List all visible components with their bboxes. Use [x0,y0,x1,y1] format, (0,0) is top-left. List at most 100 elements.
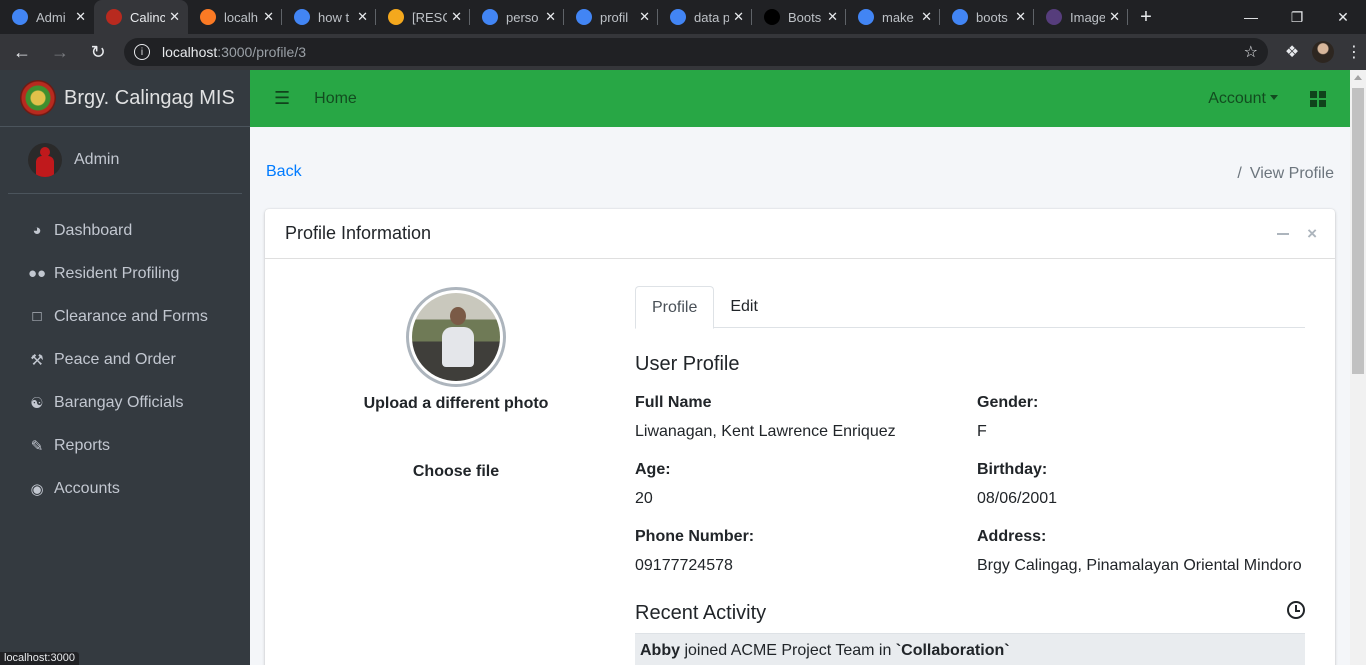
sidebar-item-label: Accounts [54,479,120,497]
browser-tab[interactable]: perso ✕ [470,0,564,34]
address-value: Brgy Calingag, Pinamalayan Oriental Mind… [977,557,1302,574]
user-avatar [28,143,62,177]
sidebar-item-accounts[interactable]: ◉ Accounts [0,467,250,510]
new-tab-button[interactable]: + [1128,0,1164,34]
gender-value: F [977,423,987,440]
status-url-bubble: localhost:3000 [0,652,79,665]
sidebar-item-label: Barangay Officials [54,393,184,411]
google-icon [576,9,592,25]
close-tab-icon[interactable]: ✕ [921,9,932,25]
close-tab-icon[interactable]: ✕ [827,9,838,25]
browser-tab[interactable]: Calinc ✕ [94,0,188,34]
apps-grid-icon[interactable] [1310,90,1326,107]
tab-edit[interactable]: Edit [714,286,774,328]
clock-icon [1287,601,1305,619]
activity-user: Abby [640,641,680,659]
close-icon[interactable]: × [1307,224,1317,244]
extensions-puzzle-icon[interactable]: ❖ [1276,42,1308,62]
sidebar-nav: ◕ Dashboard ●● Resident Profiling □ Clea… [0,194,250,510]
sidebar-item-peace-and-order[interactable]: ⚒ Peace and Order [0,338,250,381]
scrollbar-thumb[interactable] [1352,88,1364,374]
close-tab-icon[interactable]: ✕ [357,9,368,25]
minimize-button[interactable]: — [1228,0,1274,34]
sidebar-item-reports[interactable]: ✎ Reports [0,424,250,467]
url-host: localhost [162,44,218,60]
browser-tab-title: profil [600,9,629,25]
browser-tab[interactable]: profil ✕ [564,0,658,34]
browser-tab-title: make [882,9,914,25]
card-tools: × [1277,224,1317,244]
close-tab-icon[interactable]: ✕ [1015,9,1026,25]
browser-tab[interactable]: make ✕ [846,0,940,34]
close-tab-icon[interactable]: ✕ [733,9,744,25]
reload-icon[interactable]: ↻ [82,36,114,68]
card-header: Profile Information × [265,209,1335,259]
google-icon [952,9,968,25]
recent-activity-heading: Recent Activity [635,602,767,624]
calingag-logo-icon [106,9,122,25]
profile-avatar[interactable] [1312,41,1334,63]
full-name-label: Full Name [635,394,712,411]
browser-tab-strip: Admi ✕ Calinc ✕ localh ✕ how t ✕ [RESC ✕ perso ✕ pro… [0,0,1366,34]
card-title: Profile Information [285,223,432,243]
close-tab-icon[interactable]: ✕ [1109,9,1120,25]
back-link[interactable]: Back [266,163,302,181]
account-dropdown[interactable]: Account [1208,90,1278,108]
sidebar-item-clearance-and-forms[interactable]: □ Clearance and Forms [0,295,250,338]
tab-profile[interactable]: Profile [635,286,715,329]
restore-button[interactable]: ❐ [1274,0,1320,34]
choose-file-button[interactable]: Choose file [265,463,647,481]
browser-tab[interactable]: Admi ✕ [0,0,94,34]
browser-tab-title: perso [506,9,539,25]
browser-tab[interactable]: how t ✕ [282,0,376,34]
file-icon: □ [32,308,42,325]
bookmark-star-icon[interactable]: ☆ [1244,42,1258,62]
browser-tab[interactable]: Image ✕ [1034,0,1128,34]
brand-link[interactable]: Brgy. Calingag MIS [0,70,250,127]
close-tab-icon[interactable]: ✕ [639,9,650,25]
hamburger-menu-icon[interactable]: ☰ [274,88,290,109]
home-link[interactable]: Home [314,90,357,108]
activity-project: `Collaboration` [895,641,1010,659]
tab-separator [1127,9,1128,25]
address-bar[interactable]: i localhost :3000/profile/3 ☆ [124,38,1268,66]
site-info-icon[interactable]: i [134,44,150,60]
profile-tabs: Profile Edit [635,286,1305,329]
close-tab-icon[interactable]: ✕ [169,9,180,25]
sidebar-item-label: Dashboard [54,221,133,239]
profile-photo-image [412,293,500,381]
page-scrollbar[interactable] [1350,70,1366,665]
close-tab-icon[interactable]: ✕ [75,9,86,25]
sidebar-item-dashboard[interactable]: ◕ Dashboard [0,209,250,252]
barangay-seal-logo [20,80,56,116]
upload-photo-label: Upload a different photo [363,395,549,412]
back-arrow-icon[interactable]: ← [6,36,38,68]
browser-tab-title: localh [224,9,258,25]
sidebar-item-label: Reports [54,436,111,454]
age-label: Age: [635,461,671,478]
browser-menu-icon[interactable]: ⋮ [1346,42,1362,62]
google-icon [294,9,310,25]
close-tab-icon[interactable]: ✕ [545,9,556,25]
browser-tab[interactable]: Boots ✕ [752,0,846,34]
forward-arrow-icon[interactable]: → [44,36,76,68]
phone-value: 09177724578 [635,557,733,574]
xampp-icon [200,9,216,25]
sidebar-item-barangay-officials[interactable]: ☯ Barangay Officials [0,381,250,424]
scroll-up-arrow-icon[interactable] [1354,75,1362,80]
browser-tab[interactable]: boots ✕ [940,0,1034,34]
close-window-button[interactable]: ✕ [1320,0,1366,34]
browser-tab[interactable]: [RESC ✕ [376,0,470,34]
browser-tab-title: Admi [36,9,66,25]
landmark-icon: ☯ [30,394,44,412]
brand-text: Brgy. Calingag MIS [64,86,235,109]
close-tab-icon[interactable]: ✕ [263,9,274,25]
browser-tab[interactable]: data p ✕ [658,0,752,34]
user-name[interactable]: Admin [74,151,119,169]
window-controls: — ❐ ✕ [1228,0,1366,34]
browser-tab[interactable]: localh ✕ [188,0,282,34]
close-tab-icon[interactable]: ✕ [451,9,462,25]
collapse-minus-icon[interactable] [1277,232,1290,235]
sidebar-item-resident-profiling[interactable]: ●● Resident Profiling [0,252,250,295]
browser-tab-title: how t [318,9,350,25]
